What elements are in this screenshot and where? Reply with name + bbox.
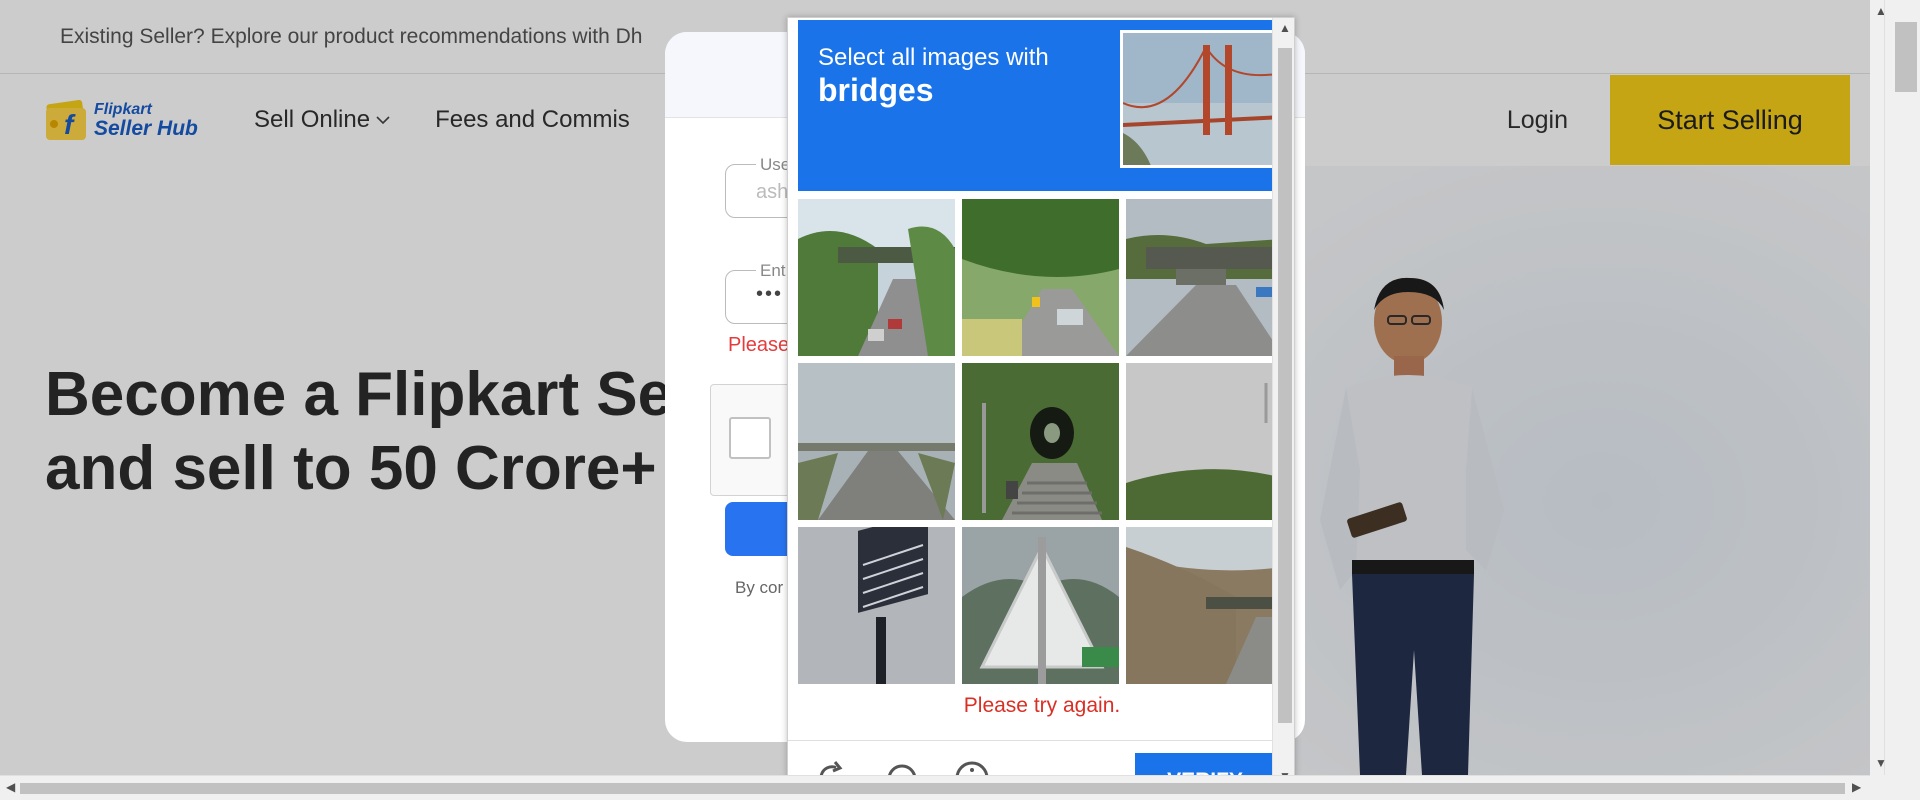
page-scroll-left-icon[interactable]: ◀ — [6, 780, 15, 794]
challenge-scroll-thumb[interactable] — [1278, 48, 1292, 723]
challenge-keyword: bridges — [818, 72, 934, 108]
recaptcha-checkbox[interactable] — [729, 417, 771, 459]
bridge-sample-image — [1120, 30, 1280, 168]
page-scroll-down-icon[interactable]: ▼ — [1870, 756, 1892, 770]
challenge-error-text: Please try again. — [963, 694, 1121, 717]
consent-text: By cor — [735, 578, 784, 597]
challenge-header: Select all images with bridges — [798, 20, 1280, 191]
page-scroll-track[interactable] — [1884, 0, 1906, 775]
image-tile-2[interactable] — [962, 199, 1119, 356]
password-value: ••• — [756, 283, 784, 305]
password-label: Ent — [756, 261, 790, 281]
image-tile-7[interactable] — [798, 527, 955, 684]
recaptcha-challenge: Select all images with bridges Please tr… — [787, 17, 1295, 800]
challenge-vertical-scrollbar[interactable]: ▲ ▼ — [1272, 18, 1294, 799]
image-tile-3[interactable] — [1126, 199, 1283, 356]
page-scroll-right-icon[interactable]: ▶ — [1852, 780, 1861, 794]
login-error-text: Please — [728, 334, 790, 356]
image-tile-4[interactable] — [798, 363, 955, 520]
page-horizontal-scrollbar[interactable]: ◀ ▶ — [0, 775, 1870, 800]
page-scroll-thumb[interactable] — [1895, 22, 1917, 92]
image-tile-9[interactable] — [1126, 527, 1283, 684]
image-tile-1[interactable] — [798, 199, 955, 356]
username-value: ash — [756, 181, 789, 203]
image-tile-5[interactable] — [962, 363, 1119, 520]
page-vertical-scrollbar[interactable]: ▲ ▼ — [1870, 0, 1920, 800]
image-tile-6[interactable] — [1126, 363, 1283, 520]
page-hscroll-thumb[interactable] — [20, 783, 1845, 794]
challenge-instruction: Select all images with — [818, 44, 1049, 71]
image-tile-8[interactable] — [962, 527, 1119, 684]
scroll-up-arrow-icon[interactable]: ▲ — [1279, 22, 1291, 34]
